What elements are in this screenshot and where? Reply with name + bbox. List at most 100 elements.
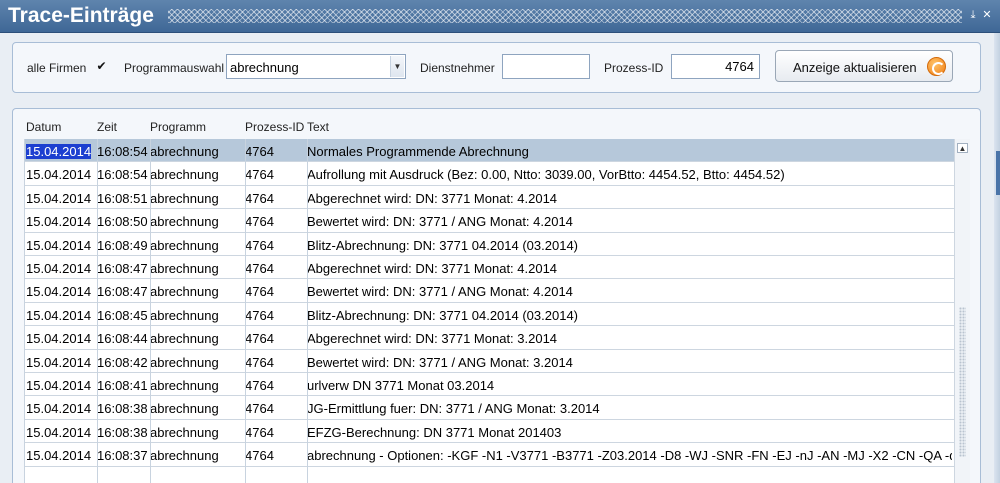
cell-process-id: 4764 (245, 162, 307, 184)
cell-process-id: 4764 (245, 256, 307, 278)
cell-text-value: urlverw DN 3771 Monat 03.2014 (307, 378, 495, 393)
cell-text: JG-Ermittlung fuer: DN: 3771 / ANG Monat… (307, 396, 952, 418)
arrow-up-icon[interactable]: ▲ (957, 143, 968, 153)
column-divider[interactable] (307, 139, 308, 483)
column-header-zeit[interactable]: Zeit (97, 120, 117, 134)
program-select[interactable]: abrechnung ▼ (226, 54, 406, 79)
table-row[interactable]: 15.04.2014 16:08:54 abrechnung 4764 Normales… (25, 139, 955, 163)
cell-text-value: Normales Programmende Abrechnung (307, 144, 529, 159)
process-id-input[interactable]: 4764 (671, 54, 760, 79)
cell-process-id: 4764 (245, 279, 307, 301)
cell-text: Blitz-Abrechnung: DN: 3771 04.2014 (03.2… (307, 303, 952, 325)
cell-process-id: 4764 (245, 350, 307, 372)
cell-text-value: abrechnung - Optionen: -KGF -N1 -V3771 -… (307, 448, 952, 464)
table-row[interactable]: 15.04.2014 16:08:45 abrechnung 4764 Blitz-Ab… (25, 303, 955, 327)
table-row[interactable]: 15.04.2014 16:08:44 abrechnung 4764 Abgerech… (25, 326, 955, 350)
all-companies-label: alle Firmen (27, 61, 87, 75)
column-header-programm[interactable]: Programm (150, 120, 206, 134)
cell-date: 15.04.2014 (26, 256, 97, 278)
cell-process-id-value: 4764 (245, 214, 274, 230)
cell-time: 16:08:38 (97, 396, 150, 418)
cell-process-id-value: 4764 (245, 307, 274, 323)
cell-program-value: abrechnung (150, 261, 219, 276)
cell-date-value: 15.04.2014 (26, 448, 92, 464)
cell-text: Bewertet wird: DN: 3771 / ANG Monat: 3.2… (307, 350, 952, 372)
column-header-datum[interactable]: Datum (26, 120, 61, 134)
cell-program: abrechnung (150, 162, 245, 184)
column-divider[interactable] (150, 139, 151, 483)
cell-date: 15.04.2014 (26, 233, 97, 255)
cell-program-value: abrechnung (150, 448, 219, 464)
cell-process-id-value: 4764 (245, 331, 274, 347)
cell-date-value: 15.04.2014 (26, 424, 92, 440)
table-row[interactable]: 15.04.2014 16:08:47 abrechnung 4764 Abgerech… (25, 256, 955, 280)
cell-date-value: 15.04.2014 (26, 190, 92, 206)
cell-time-value: 16:08:38 (97, 424, 148, 440)
cell-date: 15.04.2014 (26, 139, 97, 161)
cell-process-id-value: 4764 (245, 401, 274, 417)
cell-program-value: abrechnung (150, 237, 219, 253)
cell-program-value: abrechnung (150, 354, 219, 370)
cell-text-value: Blitz-Abrechnung: DN: 3771 04.2014 (03.2… (307, 307, 579, 323)
cell-date-value: 15.04.2014 (26, 284, 92, 300)
table-row[interactable]: 15.04.2014 16:08:42 abrechnung 4764 Bewertet… (25, 350, 955, 373)
refresh-button[interactable]: Anzeige aktualisieren (775, 50, 953, 82)
cell-program-value: abrechnung (150, 424, 219, 440)
window-title: Trace-Einträge (8, 4, 154, 27)
cell-time-value: 16:08:41 (97, 378, 148, 393)
column-divider[interactable] (97, 139, 98, 483)
cell-time: 16:08:42 (97, 350, 150, 372)
employee-input[interactable] (502, 54, 590, 79)
table-row[interactable]: 15.04.2014 16:08:49 abrechnung 4764 Blitz-Ab… (25, 233, 955, 256)
table-row[interactable]: 15.04.2014 16:08:38 abrechnung 4764 EFZG-Ber… (25, 420, 955, 444)
cell-text: urlverw DN 3771 Monat 03.2014 (307, 373, 952, 395)
column-header-prozess-id[interactable]: Prozess-ID (245, 120, 304, 134)
vertical-scrollbar[interactable]: ▲ (954, 139, 970, 483)
cell-program-value: abrechnung (150, 331, 219, 347)
cell-text-value: Bewertet wird: DN: 3771 / ANG Monat: 3.2… (307, 354, 573, 370)
table-row[interactable]: 15.04.2014 16:08:38 abrechnung 4764 JG-Ermit… (25, 396, 955, 420)
cell-date: 15.04.2014 (26, 443, 97, 465)
cell-process-id-value: 4764 (245, 448, 274, 464)
all-companies-checkbox[interactable]: ✔ (95, 60, 108, 73)
chevron-down-icon[interactable]: ▼ (390, 56, 404, 77)
close-icon[interactable]: ✕ (980, 8, 994, 22)
cell-time-value: 16:08:49 (97, 237, 148, 253)
cell-process-id: 4764 (245, 420, 307, 442)
table-row[interactable]: 15.04.2014 16:08:54 abrechnung 4764 Aufrollu… (25, 162, 955, 186)
cell-time-value: 16:08:54 (97, 144, 148, 159)
table-row[interactable]: 15.04.2014 16:08:51 abrechnung 4764 Abgerech… (25, 186, 955, 210)
cell-program: abrechnung (150, 303, 245, 325)
cell-process-id: 4764 (245, 139, 307, 161)
column-header-text[interactable]: Text (307, 120, 329, 134)
cell-date-value: 15.04.2014 (26, 307, 92, 323)
scrollbar-grip[interactable] (959, 307, 966, 457)
trace-grid: Datum Zeit Programm Prozess-ID Text 15.04.20… (24, 114, 970, 483)
cell-text: Aufrollung mit Ausdruck (Bez: 0.00, Ntto… (307, 162, 952, 184)
cell-text-value: Abgerechnet wird: DN: 3771 Monat: 4.2014 (307, 261, 558, 276)
cell-date: 15.04.2014 (26, 303, 97, 325)
cell-time-value: 16:08:54 (97, 167, 148, 183)
cell-process-id: 4764 (245, 303, 307, 325)
cell-program: abrechnung (150, 420, 245, 442)
cell-program-value: abrechnung (150, 167, 219, 183)
table-row[interactable]: 15.04.2014 16:08:50 abrechnung 4764 Bewertet… (25, 209, 955, 233)
table-row[interactable]: 15.04.2014 16:08:47 abrechnung 4764 Bewertet… (25, 279, 955, 303)
cell-time: 16:08:51 (97, 186, 150, 208)
cell-process-id-value: 4764 (245, 261, 274, 276)
table-row[interactable]: 15.04.2014 16:08:41 abrechnung 4764 urlverw … (25, 373, 955, 397)
cell-date-value: 15.04.2014 (26, 261, 92, 276)
cell-time-value: 16:08:47 (97, 284, 148, 300)
cell-program-value: abrechnung (150, 307, 219, 323)
refresh-button-label: Anzeige aktualisieren (793, 60, 917, 75)
pin-icon[interactable]: ⤓ (966, 8, 980, 22)
cell-process-id: 4764 (245, 209, 307, 231)
titlebar-grip[interactable] (168, 9, 962, 23)
table-row[interactable]: 15.04.2014 16:08:37 abrechnung 4764 abrechnu… (25, 443, 955, 467)
cell-program-value: abrechnung (150, 284, 219, 300)
table-row-empty[interactable] (25, 467, 955, 483)
column-divider[interactable] (245, 139, 246, 483)
refresh-icon (927, 57, 946, 76)
cell-time-value: 16:08:44 (97, 331, 148, 347)
cell-time: 16:08:47 (97, 256, 150, 278)
